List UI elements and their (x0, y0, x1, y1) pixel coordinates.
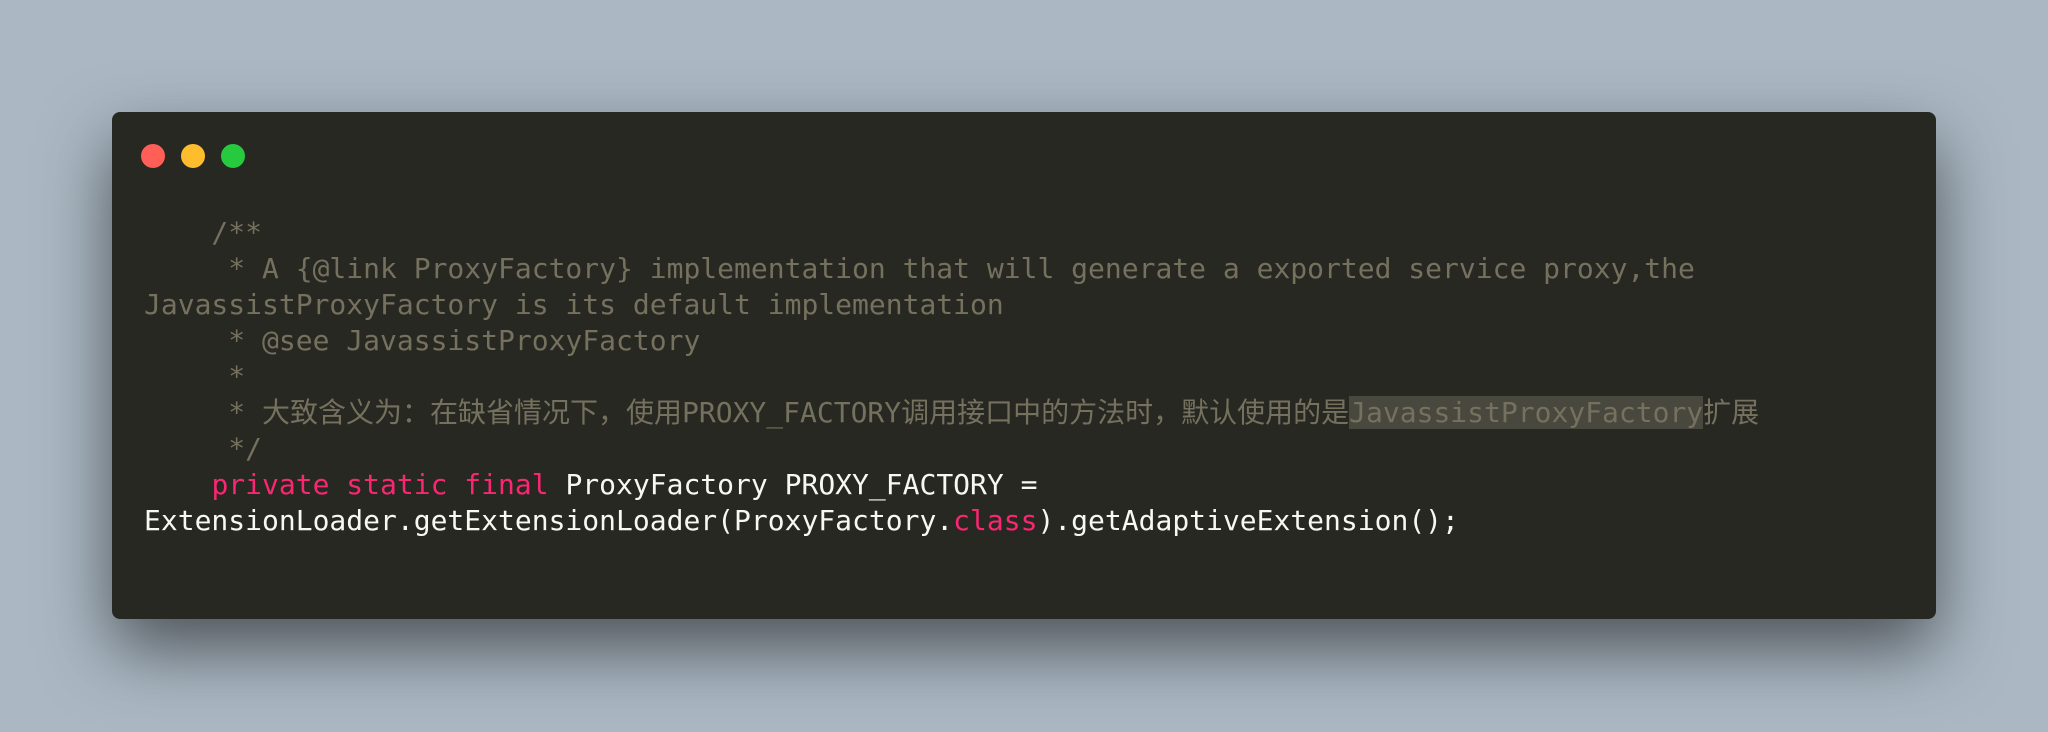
keyword-modifiers: private static final (211, 468, 549, 501)
zoom-button[interactable] (221, 144, 245, 168)
code-line-1: /** (144, 216, 263, 249)
keyword-class: class (953, 504, 1038, 537)
code-line-8: private static final ProxyFactory PROXY_… (144, 467, 1759, 503)
method-call-end: ).getAdaptiveExtension(); (1037, 504, 1459, 537)
window-controls (141, 144, 245, 168)
highlighted-selection: JavassistProxyFactory (1349, 396, 1704, 429)
code-window: /** * A {@link ProxyFactory} implementat… (112, 112, 1936, 619)
code-line-4: * @see JavassistProxyFactory (144, 324, 701, 357)
code-line-3: JavassistProxyFactory is its default imp… (144, 288, 1004, 321)
field-declaration: ProxyFactory PROXY_FACTORY = (548, 468, 1038, 501)
code-line-9: ExtensionLoader.getExtensionLoader(Proxy… (144, 503, 1759, 539)
comment-chinese-suffix: 扩展 (1703, 396, 1760, 429)
close-button[interactable] (141, 144, 165, 168)
comment-chinese-text: * 大致含义为：在缺省情况下，使用PROXY_FACTORY调用接口中的方法时，… (144, 396, 1350, 429)
code-line-5: * (144, 360, 246, 393)
code-line-6: * 大致含义为：在缺省情况下，使用PROXY_FACTORY调用接口中的方法时，… (144, 395, 1759, 431)
minimize-button[interactable] (181, 144, 205, 168)
method-call: ExtensionLoader.getExtensionLoader(Proxy… (144, 504, 954, 537)
code-line-7: */ (144, 432, 263, 465)
code-line-2: * A {@link ProxyFactory} implementation … (144, 252, 1695, 285)
code-block: /** * A {@link ProxyFactory} implementat… (144, 215, 1759, 539)
